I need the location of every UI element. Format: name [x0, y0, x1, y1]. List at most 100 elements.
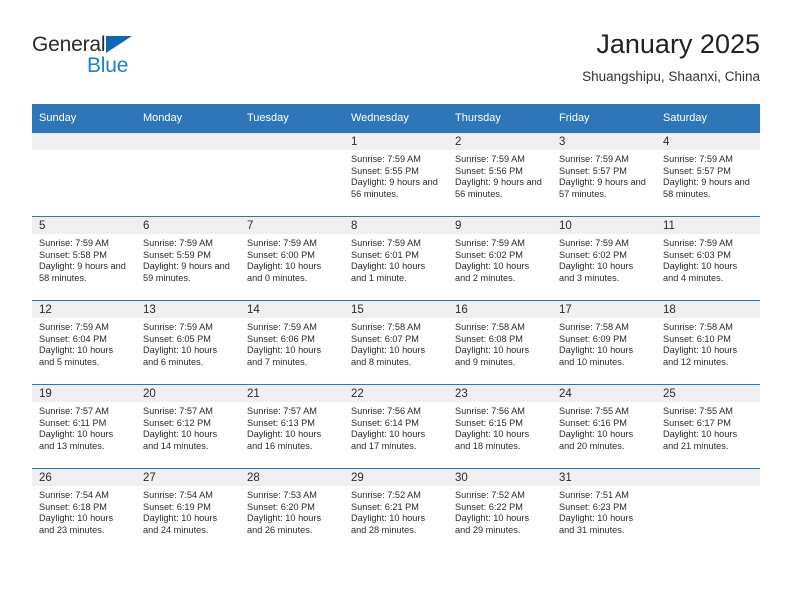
sunrise-text: Sunrise: 7:59 AM: [247, 238, 317, 248]
calendar-day-cell[interactable]: 28 Sunrise: 7:53 AM Sunset: 6:20 PM Dayligh…: [240, 468, 344, 552]
sunset-text: Sunset: 6:08 PM: [455, 333, 523, 344]
day-details: Sunrise: 7:58 AM Sunset: 6:10 PM Daylight:…: [656, 318, 760, 368]
daylight-text: Daylight: 10 hours and 16 minutes.: [247, 429, 322, 451]
calendar-day-cell[interactable]: 26 Sunrise: 7:54 AM Sunset: 6:18 PM Dayligh…: [32, 468, 136, 552]
day-cell-inner: 8 Sunrise: 7:59 AM Sunset: 6:01 PM Daylight…: [344, 217, 448, 300]
calendar-day-cell[interactable]: 25 Sunrise: 7:55 AM Sunset: 6:17 PM Dayligh…: [656, 384, 760, 469]
calendar-day-cell-empty: [136, 132, 240, 217]
day-number: [656, 469, 760, 486]
sunset-text: Sunset: 5:59 PM: [143, 249, 211, 260]
sunset-text: Sunset: 6:14 PM: [351, 417, 419, 428]
calendar-day-cell[interactable]: 15 Sunrise: 7:58 AM Sunset: 6:07 PM Dayligh…: [344, 300, 448, 385]
calendar-day-cell-empty: [240, 132, 344, 217]
day-number: 18: [656, 301, 760, 318]
calendar-page: General Blue January 2025 Shuangshipu, S…: [0, 0, 792, 612]
calendar-day-cell[interactable]: 3 Sunrise: 7:59 AM Sunset: 5:57 PM Daylight…: [552, 132, 656, 217]
day-number: 13: [136, 301, 240, 318]
calendar-day-cell[interactable]: 4 Sunrise: 7:59 AM Sunset: 5:57 PM Daylight…: [656, 132, 760, 217]
sunset-text: Sunset: 5:55 PM: [351, 165, 419, 176]
day-cell-inner: 31 Sunrise: 7:51 AM Sunset: 6:23 PM Dayligh…: [552, 469, 656, 552]
weekday-header-saturday: Saturday: [656, 104, 760, 133]
calendar-day-cell[interactable]: 14 Sunrise: 7:59 AM Sunset: 6:06 PM Dayligh…: [240, 300, 344, 385]
day-cell-inner: 15 Sunrise: 7:58 AM Sunset: 6:07 PM Dayligh…: [344, 301, 448, 384]
sunset-text: Sunset: 6:05 PM: [143, 333, 211, 344]
calendar-day-cell[interactable]: 31 Sunrise: 7:51 AM Sunset: 6:23 PM Dayligh…: [552, 468, 656, 552]
day-details: Sunrise: 7:56 AM Sunset: 6:15 PM Daylight:…: [448, 402, 552, 452]
sunrise-text: Sunrise: 7:58 AM: [663, 322, 733, 332]
sunset-text: Sunset: 5:58 PM: [39, 249, 107, 260]
daylight-text: Daylight: 10 hours and 17 minutes.: [351, 429, 426, 451]
calendar-day-cell[interactable]: 19 Sunrise: 7:57 AM Sunset: 6:11 PM Dayligh…: [32, 384, 136, 469]
sunset-text: Sunset: 6:03 PM: [663, 249, 731, 260]
calendar-day-cell[interactable]: 27 Sunrise: 7:54 AM Sunset: 6:19 PM Dayligh…: [136, 468, 240, 552]
calendar-day-cell[interactable]: 16 Sunrise: 7:58 AM Sunset: 6:08 PM Dayligh…: [448, 300, 552, 385]
sunset-text: Sunset: 6:23 PM: [559, 501, 627, 512]
calendar-day-cell[interactable]: 10 Sunrise: 7:59 AM Sunset: 6:02 PM Dayligh…: [552, 216, 656, 301]
daylight-text: Daylight: 10 hours and 14 minutes.: [143, 429, 218, 451]
sunrise-text: Sunrise: 7:59 AM: [663, 154, 733, 164]
daylight-text: Daylight: 10 hours and 28 minutes.: [351, 513, 426, 535]
calendar-day-cell[interactable]: 2 Sunrise: 7:59 AM Sunset: 5:56 PM Daylight…: [448, 132, 552, 217]
calendar-day-cell[interactable]: 6 Sunrise: 7:59 AM Sunset: 5:59 PM Daylight…: [136, 216, 240, 301]
calendar-day-cell[interactable]: 7 Sunrise: 7:59 AM Sunset: 6:00 PM Daylight…: [240, 216, 344, 301]
sunset-text: Sunset: 5:56 PM: [455, 165, 523, 176]
day-number: 28: [240, 469, 344, 486]
sunset-text: Sunset: 6:10 PM: [663, 333, 731, 344]
calendar-day-cell[interactable]: 24 Sunrise: 7:55 AM Sunset: 6:16 PM Dayligh…: [552, 384, 656, 469]
day-details: Sunrise: 7:59 AM Sunset: 6:05 PM Daylight:…: [136, 318, 240, 368]
weekday-header: Sunday Monday Tuesday Wednesday Thursday Frid…: [32, 104, 760, 133]
calendar-day-cell[interactable]: 5 Sunrise: 7:59 AM Sunset: 5:58 PM Daylight…: [32, 216, 136, 301]
day-number: 8: [344, 217, 448, 234]
calendar-day-cell[interactable]: 18 Sunrise: 7:58 AM Sunset: 6:10 PM Dayligh…: [656, 300, 760, 385]
calendar-day-cell[interactable]: 20 Sunrise: 7:57 AM Sunset: 6:12 PM Dayligh…: [136, 384, 240, 469]
day-cell-inner: 14 Sunrise: 7:59 AM Sunset: 6:06 PM Dayligh…: [240, 301, 344, 384]
calendar-day-cell[interactable]: 30 Sunrise: 7:52 AM Sunset: 6:22 PM Dayligh…: [448, 468, 552, 552]
calendar-day-cell[interactable]: 12 Sunrise: 7:59 AM Sunset: 6:04 PM Dayligh…: [32, 300, 136, 385]
logo-general-label: General: [32, 33, 106, 56]
sunset-text: Sunset: 5:57 PM: [663, 165, 731, 176]
day-cell-inner: 30 Sunrise: 7:52 AM Sunset: 6:22 PM Dayligh…: [448, 469, 552, 552]
calendar-day-cell[interactable]: 21 Sunrise: 7:57 AM Sunset: 6:13 PM Dayligh…: [240, 384, 344, 469]
daylight-text: Daylight: 10 hours and 24 minutes.: [143, 513, 218, 535]
calendar-day-cell[interactable]: 1 Sunrise: 7:59 AM Sunset: 5:55 PM Daylight…: [344, 132, 448, 217]
calendar-day-cell[interactable]: 9 Sunrise: 7:59 AM Sunset: 6:02 PM Daylight…: [448, 216, 552, 301]
day-details: Sunrise: 7:59 AM Sunset: 5:57 PM Daylight:…: [656, 150, 760, 200]
calendar-day-cell[interactable]: 29 Sunrise: 7:52 AM Sunset: 6:21 PM Dayligh…: [344, 468, 448, 552]
sunrise-text: Sunrise: 7:59 AM: [247, 322, 317, 332]
calendar-grid: Sunday Monday Tuesday Wednesday Thursday Frid…: [32, 104, 760, 552]
calendar-day-cell[interactable]: 8 Sunrise: 7:59 AM Sunset: 6:01 PM Daylight…: [344, 216, 448, 301]
sunrise-text: Sunrise: 7:58 AM: [351, 322, 421, 332]
sunrise-text: Sunrise: 7:53 AM: [247, 490, 317, 500]
calendar-day-cell[interactable]: 11 Sunrise: 7:59 AM Sunset: 6:03 PM Dayligh…: [656, 216, 760, 301]
calendar-day-cell[interactable]: 13 Sunrise: 7:59 AM Sunset: 6:05 PM Dayligh…: [136, 300, 240, 385]
day-details: Sunrise: 7:59 AM Sunset: 5:59 PM Daylight:…: [136, 234, 240, 284]
sunrise-text: Sunrise: 7:55 AM: [663, 406, 733, 416]
daylight-text: Daylight: 10 hours and 6 minutes.: [143, 345, 218, 367]
day-details: Sunrise: 7:59 AM Sunset: 6:04 PM Daylight:…: [32, 318, 136, 368]
daylight-text: Daylight: 10 hours and 18 minutes.: [455, 429, 530, 451]
daylight-text: Daylight: 9 hours and 58 minutes.: [663, 177, 750, 199]
sunrise-text: Sunrise: 7:57 AM: [247, 406, 317, 416]
day-cell-inner: [656, 469, 760, 552]
day-details: Sunrise: 7:52 AM Sunset: 6:21 PM Daylight:…: [344, 486, 448, 536]
sunrise-text: Sunrise: 7:54 AM: [39, 490, 109, 500]
day-details: Sunrise: 7:59 AM Sunset: 5:58 PM Daylight:…: [32, 234, 136, 284]
calendar-day-cell[interactable]: 17 Sunrise: 7:58 AM Sunset: 6:09 PM Dayligh…: [552, 300, 656, 385]
daylight-text: Daylight: 9 hours and 56 minutes.: [351, 177, 438, 199]
day-cell-inner: 6 Sunrise: 7:59 AM Sunset: 5:59 PM Daylight…: [136, 217, 240, 300]
day-number: 12: [32, 301, 136, 318]
daylight-text: Daylight: 9 hours and 59 minutes.: [143, 261, 230, 283]
day-cell-inner: 12 Sunrise: 7:59 AM Sunset: 6:04 PM Dayligh…: [32, 301, 136, 384]
weekday-header-wednesday: Wednesday: [344, 104, 448, 133]
sunrise-text: Sunrise: 7:59 AM: [143, 238, 213, 248]
day-details: Sunrise: 7:59 AM Sunset: 5:57 PM Daylight:…: [552, 150, 656, 200]
calendar-week-row: 1 Sunrise: 7:59 AM Sunset: 5:55 PM Daylight…: [32, 132, 760, 217]
calendar-day-cell[interactable]: 22 Sunrise: 7:56 AM Sunset: 6:14 PM Dayligh…: [344, 384, 448, 469]
sunset-text: Sunset: 6:01 PM: [351, 249, 419, 260]
calendar-day-cell[interactable]: 23 Sunrise: 7:56 AM Sunset: 6:15 PM Dayligh…: [448, 384, 552, 469]
sunrise-text: Sunrise: 7:56 AM: [351, 406, 421, 416]
day-number: [240, 133, 344, 150]
day-number: 17: [552, 301, 656, 318]
day-details: Sunrise: 7:59 AM Sunset: 5:56 PM Daylight:…: [448, 150, 552, 200]
day-cell-inner: 23 Sunrise: 7:56 AM Sunset: 6:15 PM Dayligh…: [448, 385, 552, 468]
